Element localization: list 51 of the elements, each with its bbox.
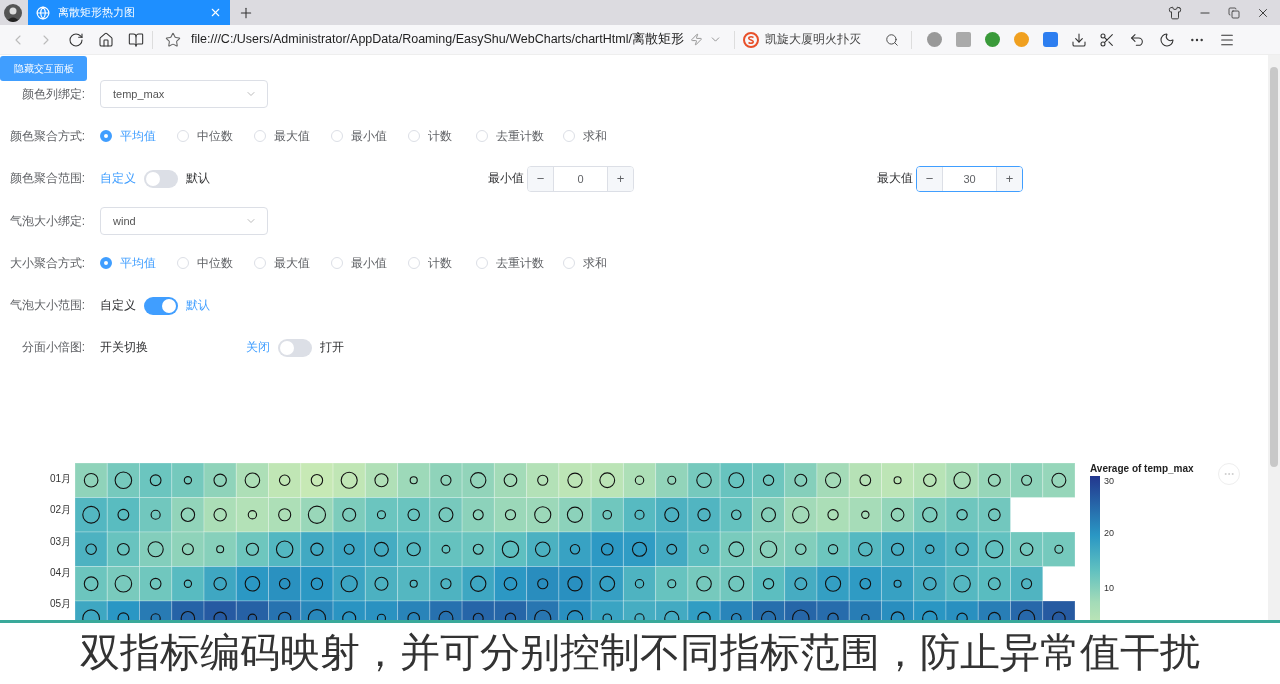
address-field[interactable]: file:///C:/Users/Administrator/AppData/Roaming/EasyShu/WebCharts/chartHtml/离散矩形 (191, 31, 684, 48)
decrement-button[interactable]: − (528, 166, 554, 191)
legend-tick: 30 (1104, 476, 1114, 488)
stepper-value: 30 (962, 171, 977, 187)
radio-option[interactable]: 求和 (563, 254, 607, 272)
field-text: 开关切换 (100, 339, 148, 357)
option-text: 默认 (186, 297, 210, 315)
field-label: 颜色聚合方式: (8, 127, 86, 145)
decrement-button[interactable]: − (917, 166, 943, 191)
radio-option[interactable]: 最小值 (331, 127, 387, 145)
option-text: 关闭 (246, 339, 270, 357)
tab-title: 离散矩形热力图 (58, 5, 136, 20)
radio-option[interactable]: 最大值 (254, 127, 310, 145)
caption-text: 双指标编码映射，并可分别控制不同指标范围，防止异常值干扰 (80, 629, 1200, 676)
increment-button[interactable]: + (607, 166, 633, 191)
axis-label: 02月 (48, 503, 72, 518)
radio-option[interactable]: 去重计数 (476, 127, 544, 145)
stepper-label: 最小值 (488, 170, 524, 188)
legend-tick: 10 (1104, 583, 1114, 595)
field-label: 大小聚合方式: (8, 254, 86, 272)
radio-option[interactable]: 计数 (408, 127, 452, 145)
stepper-label: 最大值 (877, 170, 913, 188)
option-text: 默认 (186, 170, 210, 188)
field-label: 气泡大小范围: (8, 297, 86, 315)
number-stepper[interactable]: − 30 + (916, 165, 1023, 192)
radio-option[interactable]: 计数 (408, 254, 452, 272)
field-label: 颜色列绑定: (20, 85, 86, 103)
axis-label: 05月 (48, 597, 72, 612)
increment-button[interactable]: + (996, 166, 1022, 191)
radio-option[interactable]: 求和 (563, 127, 607, 145)
option-text: 自定义 (100, 297, 136, 315)
radio-option[interactable]: 去重计数 (476, 254, 544, 272)
axis-label: 04月 (48, 565, 72, 580)
radio-option[interactable]: 最大值 (254, 254, 310, 272)
legend-title: Average of temp_max (1090, 463, 1195, 474)
stepper-value: 0 (576, 171, 585, 187)
select-field[interactable]: temp_max (100, 80, 268, 109)
field-label: 分面小倍图: (20, 339, 86, 357)
field-label: 气泡大小绑定: (8, 212, 86, 230)
legend-tick: 20 (1104, 528, 1114, 540)
select-field[interactable]: wind (100, 207, 268, 236)
option-text: 自定义 (100, 170, 136, 188)
radio-option[interactable]: 中位数 (177, 127, 233, 145)
field-label: 颜色聚合范围: (8, 170, 86, 188)
radio-option[interactable]: 中位数 (177, 254, 233, 272)
search-field[interactable]: 凯旋大厦明火扑灭 (764, 31, 885, 48)
axis-label: 03月 (48, 534, 72, 549)
radio-option[interactable]: 最小值 (331, 254, 387, 272)
axis-label: 01月 (48, 471, 72, 486)
option-text: 打开 (320, 339, 344, 357)
number-stepper[interactable]: − 0 + (527, 165, 634, 192)
